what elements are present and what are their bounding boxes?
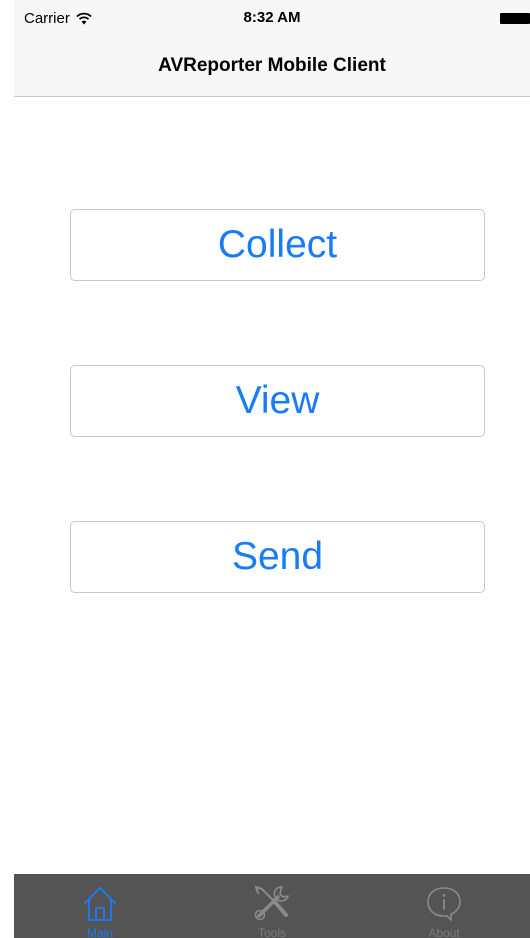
status-time: 8:32 AM <box>243 9 301 26</box>
tab-main[interactable]: Main <box>14 874 186 938</box>
tab-tools-label: Tools <box>257 926 286 938</box>
view-button[interactable]: View <box>70 365 485 437</box>
tab-bar: Main Tools About <box>14 874 530 938</box>
tab-about[interactable]: About <box>358 874 530 938</box>
app-screen: Carrier 8:32 AM AVReporter Mobile Client… <box>0 0 530 938</box>
tab-tools[interactable]: Tools <box>186 874 358 938</box>
battery-icon <box>500 13 530 24</box>
tools-icon <box>254 886 289 921</box>
tab-main-label: Main <box>86 926 113 938</box>
send-button[interactable]: Send <box>70 521 485 593</box>
status-bar: Carrier 8:32 AM <box>14 0 530 38</box>
page-title: AVReporter Mobile Client <box>158 55 386 76</box>
info-icon <box>427 887 461 921</box>
collect-button[interactable]: Collect <box>70 209 485 281</box>
home-icon <box>84 887 116 921</box>
navigation-bar: AVReporter Mobile Client <box>14 38 530 97</box>
tab-about-label: About <box>428 926 460 938</box>
